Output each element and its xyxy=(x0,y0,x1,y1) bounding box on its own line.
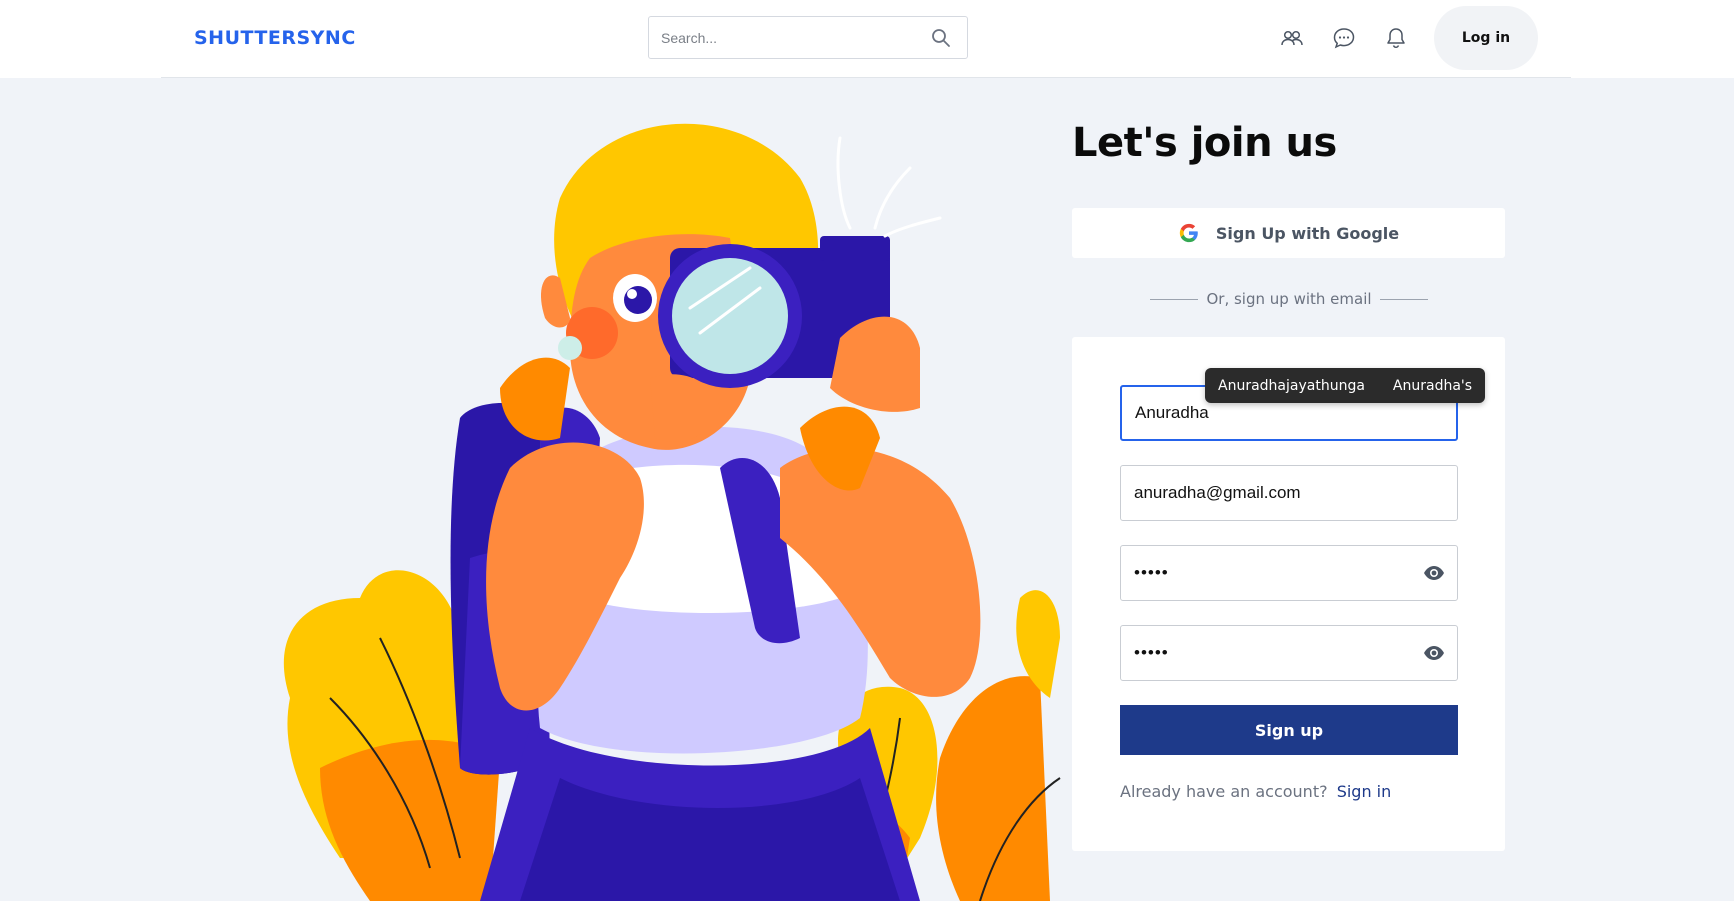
autocomplete-popup: Anuradhajayathunga Anuradha's xyxy=(1205,368,1486,403)
header-background-left xyxy=(0,0,161,78)
divider-line-left xyxy=(1150,298,1199,300)
show-confirm-password-eye-icon[interactable] xyxy=(1423,645,1445,661)
email-field xyxy=(1120,465,1458,521)
signup-form-card: Sign up Already have an account? Sign in xyxy=(1072,337,1505,851)
already-account-text: Already have an account? xyxy=(1120,782,1328,801)
login-button[interactable]: Log in xyxy=(1434,6,1538,70)
signup-button[interactable]: Sign up xyxy=(1120,705,1458,755)
top-navbar: SHUTTERSYNC Log in xyxy=(161,0,1571,78)
page-title: Let's join us xyxy=(1072,120,1337,166)
google-signup-label: Sign Up with Google xyxy=(1215,223,1400,243)
chat-icon[interactable] xyxy=(1331,26,1357,50)
divider-line-right xyxy=(1379,298,1429,300)
users-icon[interactable] xyxy=(1279,26,1305,50)
signin-link[interactable]: Sign in xyxy=(1337,782,1392,801)
google-signup-button[interactable]: Sign Up with Google xyxy=(1072,208,1505,258)
autocomplete-option[interactable]: Anuradhajayathunga xyxy=(1218,378,1365,394)
password-input[interactable] xyxy=(1121,546,1457,600)
show-password-eye-icon[interactable] xyxy=(1423,565,1445,581)
photographer-illustration xyxy=(283,123,1061,901)
google-icon xyxy=(1179,223,1198,243)
autocomplete-option[interactable]: Anuradha's xyxy=(1393,378,1472,394)
search-box xyxy=(648,16,968,59)
header-background-right xyxy=(1571,0,1734,78)
search-input[interactable] xyxy=(649,17,919,58)
bell-icon[interactable] xyxy=(1383,26,1409,50)
confirm-password-field xyxy=(1120,625,1458,681)
password-field xyxy=(1120,545,1458,601)
divider-text: Or, sign up with email xyxy=(1206,290,1372,308)
email-divider: Or, sign up with email xyxy=(1150,290,1429,308)
brand-logo[interactable]: SHUTTERSYNC xyxy=(194,27,356,49)
search-icon[interactable] xyxy=(931,28,951,48)
signin-prompt: Already have an account? Sign in xyxy=(1120,782,1391,801)
email-input[interactable] xyxy=(1121,466,1457,520)
confirm-password-input[interactable] xyxy=(1121,626,1457,680)
